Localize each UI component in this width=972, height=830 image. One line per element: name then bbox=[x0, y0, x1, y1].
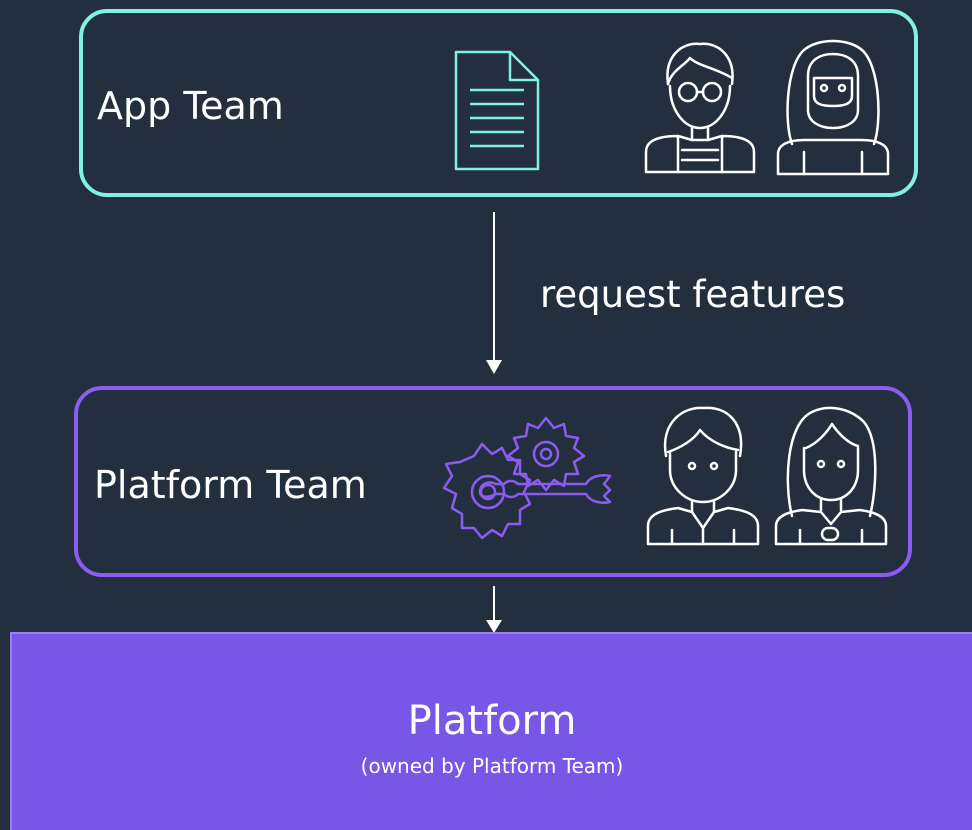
platform-block: Platform (owned by Platform Team) bbox=[10, 632, 972, 830]
platform-title: Platform bbox=[407, 698, 577, 744]
engineer-icon bbox=[646, 406, 760, 546]
platform-subtitle: (owned by Platform Team) bbox=[360, 754, 624, 778]
platform-team-label: Platform Team bbox=[94, 463, 367, 507]
gears-wrench-icon bbox=[442, 416, 612, 540]
engineer-woman-icon bbox=[774, 406, 888, 546]
request-features-label: request features bbox=[540, 273, 846, 316]
